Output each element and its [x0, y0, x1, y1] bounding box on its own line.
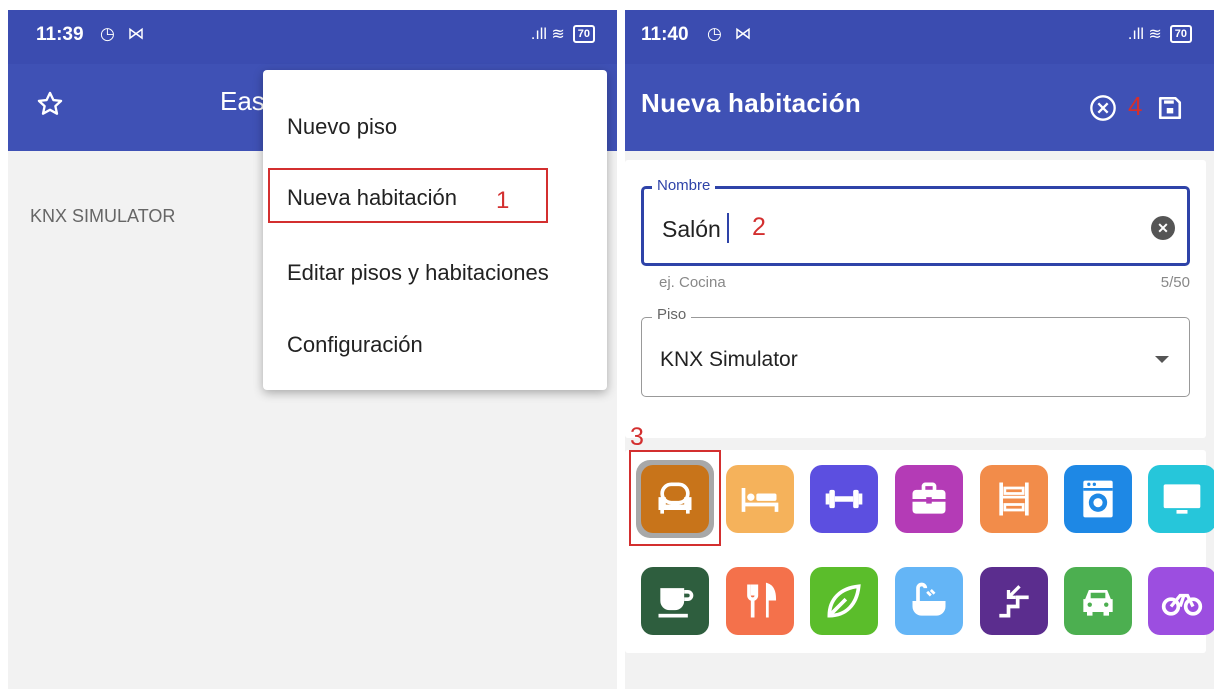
washing-machine-icon[interactable] — [1064, 465, 1132, 533]
floor-select-label: Piso — [652, 306, 692, 323]
clear-text-icon[interactable]: ✕ — [1151, 216, 1175, 240]
leaf-icon[interactable] — [810, 567, 878, 635]
overflow-menu: Nuevo piso Nueva habitación 1 Editar pis… — [263, 70, 607, 390]
dumbbell-icon[interactable] — [810, 465, 878, 533]
page-title: Nueva habitación — [641, 88, 862, 118]
annotation-number-2: 2 — [752, 213, 766, 241]
floor-select-value: KNX Simulator — [660, 348, 798, 371]
bed-icon[interactable] — [726, 465, 794, 533]
left-phone-screen: 11:39 ◷ ⋈ .ıll ≋ 70 Eas KNX SIMULATOR Nu… — [8, 10, 617, 689]
battery-icon: 70 — [572, 25, 595, 43]
menu-item-settings[interactable]: Configuración — [287, 332, 423, 358]
bathtub-icon[interactable] — [895, 567, 963, 635]
system-icons: .ıll ≋ 70 — [1128, 24, 1192, 44]
coffee-cup-icon[interactable] — [641, 567, 709, 635]
app-bar: Nueva habitación 4 — [625, 64, 1214, 151]
monitor-icon[interactable] — [1148, 465, 1214, 533]
name-field[interactable]: Nombre Salón 2 ✕ — [641, 177, 1190, 266]
notification-icons: ◷ ⋈ — [707, 24, 756, 43]
room-form-card: Nombre Salón 2 ✕ ej. Cocina 5/50 Piso KN… — [625, 160, 1206, 438]
name-char-counter: 5/50 — [1160, 274, 1190, 291]
annotation-number-4: 4 — [1128, 91, 1143, 121]
stairs-icon[interactable] — [980, 567, 1048, 635]
annotation-number-3: 3 — [630, 423, 644, 451]
text-caret — [727, 213, 729, 243]
system-icons: .ıll ≋ 70 — [531, 24, 595, 44]
status-time: 11:40 — [641, 24, 689, 45]
bunk-bed-icon[interactable] — [980, 465, 1048, 533]
star-outline-icon[interactable] — [36, 90, 64, 123]
annotation-number-1: 1 — [496, 187, 510, 214]
room-icon-grid — [625, 450, 1214, 653]
status-time: 11:39 — [36, 24, 84, 45]
briefcase-icon[interactable] — [895, 465, 963, 533]
floor-label[interactable]: KNX SIMULATOR — [30, 206, 175, 227]
signal-wifi-icon: .ıll ≋ — [1127, 26, 1162, 43]
menu-item-new-room[interactable]: Nueva habitación — [287, 185, 457, 211]
save-floppy-icon[interactable] — [1157, 94, 1183, 127]
menu-item-edit-floors-rooms[interactable]: Editar pisos y habitaciones — [287, 260, 549, 286]
cancel-circle-icon[interactable] — [1089, 94, 1117, 127]
menu-item-new-floor[interactable]: Nuevo piso — [287, 114, 397, 140]
motorbike-icon[interactable] — [1148, 567, 1214, 635]
name-field-value[interactable]: Salón — [662, 216, 721, 243]
dropdown-arrow-icon — [1155, 356, 1169, 363]
notification-icons: ◷ ⋈ — [100, 24, 149, 43]
car-icon[interactable] — [1064, 567, 1132, 635]
armchair-icon[interactable] — [641, 465, 709, 533]
restaurant-icon[interactable] — [726, 567, 794, 635]
app-title: Eas — [220, 86, 265, 116]
status-bar: 11:40 ◷ ⋈ .ıll ≋ 70 — [625, 10, 1214, 64]
name-helper-text: ej. Cocina — [659, 274, 726, 291]
name-field-label: Nombre — [652, 177, 716, 194]
floor-select[interactable]: Piso KNX Simulator — [641, 306, 1190, 397]
right-phone-screen: 11:40 ◷ ⋈ .ıll ≋ 70 Nueva habitación 4 N… — [625, 10, 1214, 689]
signal-wifi-icon: .ıll ≋ — [530, 26, 565, 43]
status-bar: 11:39 ◷ ⋈ .ıll ≋ 70 — [8, 10, 617, 64]
battery-icon: 70 — [1169, 25, 1192, 43]
